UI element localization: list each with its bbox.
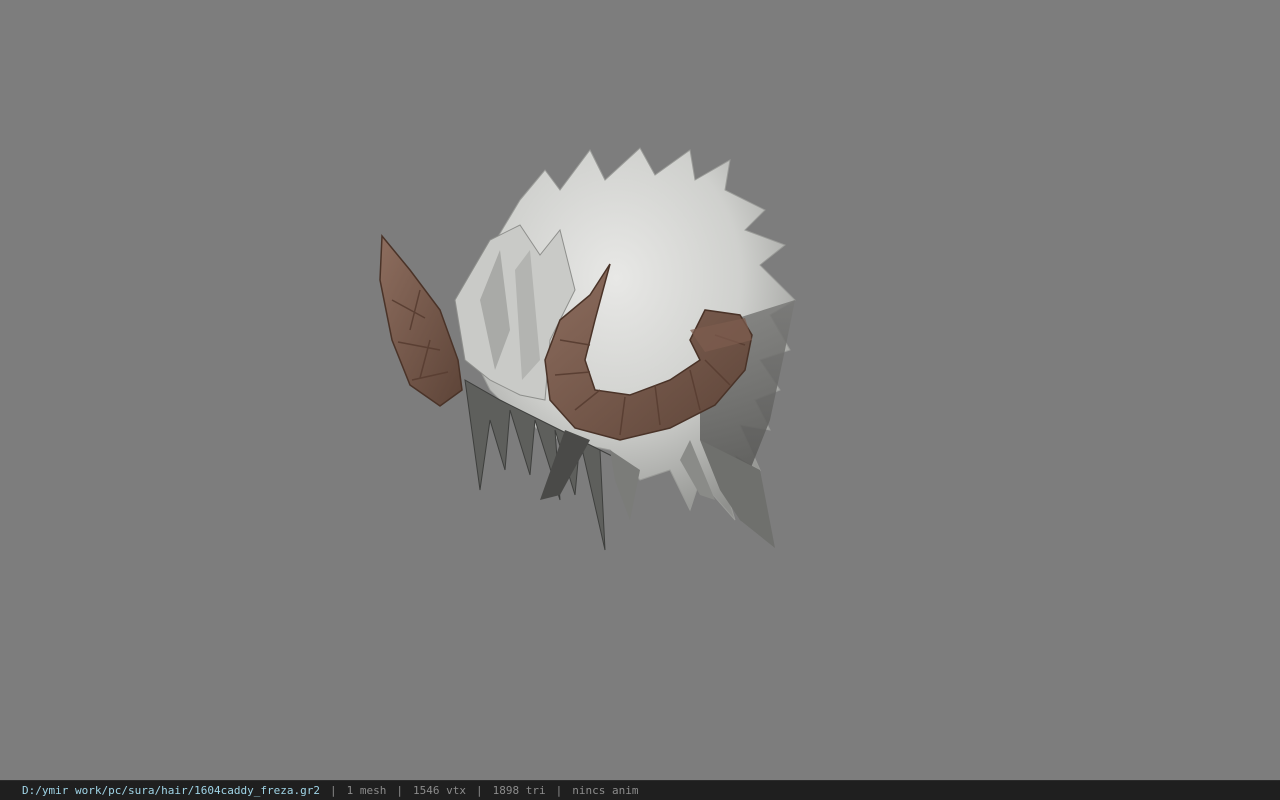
left-horn	[379, 234, 463, 407]
status-bar: D:/ymir work/pc/sura/hair/1604caddy_frez…	[0, 780, 1280, 800]
separator: |	[476, 784, 483, 797]
file-path: D:/ymir work/pc/sura/hair/1604caddy_frez…	[22, 784, 321, 797]
horned-hair-model[interactable]	[0, 0, 1280, 780]
mesh-count: 1 mesh	[346, 784, 387, 797]
vertex-count: 1546 vtx	[413, 784, 466, 797]
3d-viewport[interactable]	[0, 0, 1280, 780]
separator: |	[330, 784, 337, 797]
animation-status: nincs anim	[572, 784, 639, 797]
separator: |	[396, 784, 404, 797]
separator: |	[555, 784, 563, 797]
triangle-count: 1898 tri	[492, 784, 546, 797]
